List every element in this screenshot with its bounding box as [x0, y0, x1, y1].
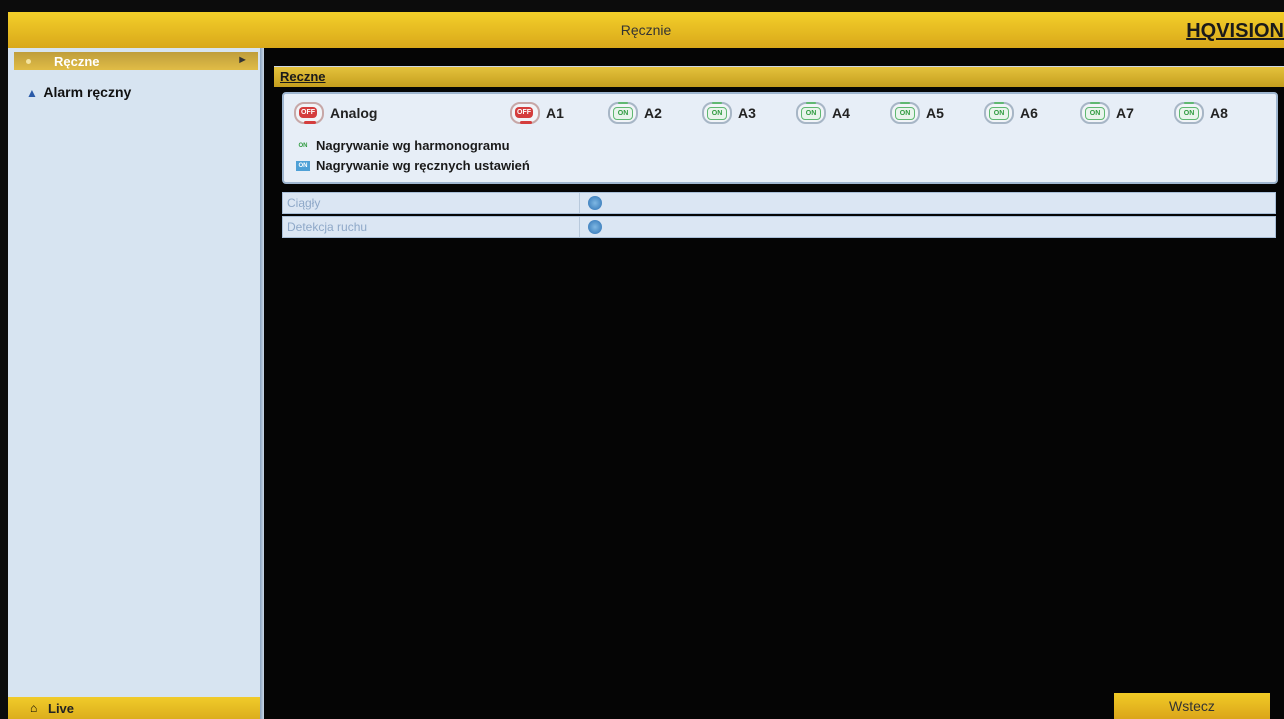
sidebar-item-label: Ręczne — [54, 54, 100, 69]
off-toggle-icon: OFF — [510, 102, 540, 124]
channel-label: A2 — [644, 105, 662, 121]
legend-manual: ON Nagrywanie wg ręcznych ustawień — [296, 158, 530, 173]
column-divider — [579, 217, 580, 237]
table-row: Ciągły — [282, 192, 1276, 214]
channel-toggle-a5[interactable]: ON A5 — [890, 102, 944, 124]
channel-toggle-a1[interactable]: OFF A1 — [510, 102, 564, 124]
table-row: Detekcja ruchu — [282, 216, 1276, 238]
off-toggle-icon: OFF — [294, 102, 324, 124]
channel-toggle-a3[interactable]: ON A3 — [702, 102, 756, 124]
on-toggle-icon: ON — [608, 102, 638, 124]
arrow-right-icon: ► — [237, 54, 248, 66]
mode-table: Ciągły Detekcja ruchu — [282, 192, 1276, 240]
channel-label: A3 — [738, 105, 756, 121]
schedule-icon: ON — [298, 142, 308, 149]
channel-toggle-analog[interactable]: OFF Analog — [294, 102, 377, 124]
legend-schedule: ON Nagrywanie wg harmonogramu — [296, 138, 510, 153]
on-toggle-icon: ON — [890, 102, 920, 124]
on-toggle-icon: ON — [1080, 102, 1110, 124]
on-toggle-icon: ON — [702, 102, 732, 124]
live-label: Live — [48, 701, 75, 716]
channel-label: A1 — [546, 105, 564, 121]
radio-icon[interactable] — [588, 220, 602, 234]
channel-label: A6 — [1020, 105, 1038, 121]
radio-icon[interactable] — [588, 196, 602, 210]
channel-label: A8 — [1210, 105, 1228, 121]
on-toggle-icon: ON — [1174, 102, 1204, 124]
legend-label: Nagrywanie wg harmonogramu — [316, 138, 510, 153]
manual-icon: ON — [296, 160, 310, 171]
sidebar-item-reczne[interactable]: Ręczne ► — [14, 52, 258, 70]
channel-toggle-a8[interactable]: ON A8 — [1174, 102, 1228, 124]
window-title: Ręcznie — [620, 22, 672, 38]
bullet-icon — [26, 59, 31, 64]
live-button[interactable]: ⌂ Live — [8, 697, 260, 719]
row-label: Detekcja ruchu — [287, 220, 368, 234]
column-divider — [579, 193, 580, 213]
tab-reczne[interactable]: Reczne — [274, 66, 1284, 87]
main-content: Reczne OFF Analog OFF A1 ON A2 ON A3 ON … — [264, 48, 1284, 719]
channel-label: A4 — [832, 105, 850, 121]
on-toggle-icon: ON — [796, 102, 826, 124]
bell-icon: ▲ — [26, 86, 38, 100]
home-icon: ⌂ — [30, 701, 38, 715]
sidebar-item-label: Alarm ręczny — [43, 84, 132, 100]
channel-toggle-a7[interactable]: ON A7 — [1080, 102, 1134, 124]
channel-label: A7 — [1116, 105, 1134, 121]
channel-toggle-a6[interactable]: ON A6 — [984, 102, 1038, 124]
channel-toggle-a2[interactable]: ON A2 — [608, 102, 662, 124]
channel-panel: OFF Analog OFF A1 ON A2 ON A3 ON A4 ON A… — [282, 92, 1278, 184]
row-label: Ciągły — [287, 196, 321, 210]
back-button[interactable]: Wstecz — [1114, 693, 1270, 719]
app-window: Ręcznie HQVISION Ręczne ► ▲ Alarm ręczny… — [0, 0, 1284, 719]
legend-label: Nagrywanie wg ręcznych ustawień — [316, 158, 530, 173]
sidebar-item-alarm[interactable]: ▲ Alarm ręczny — [26, 84, 131, 100]
channel-label: A5 — [926, 105, 944, 121]
sidebar: Ręczne ► ▲ Alarm ręczny ⌂ Live — [8, 48, 260, 719]
title-bar: Ręcznie HQVISION — [8, 12, 1284, 48]
channel-label: Analog — [330, 105, 378, 121]
on-toggle-icon: ON — [984, 102, 1014, 124]
tab-label: Reczne — [280, 69, 326, 84]
channel-toggle-a4[interactable]: ON A4 — [796, 102, 850, 124]
brand-logo: HQVISION — [1186, 20, 1284, 42]
